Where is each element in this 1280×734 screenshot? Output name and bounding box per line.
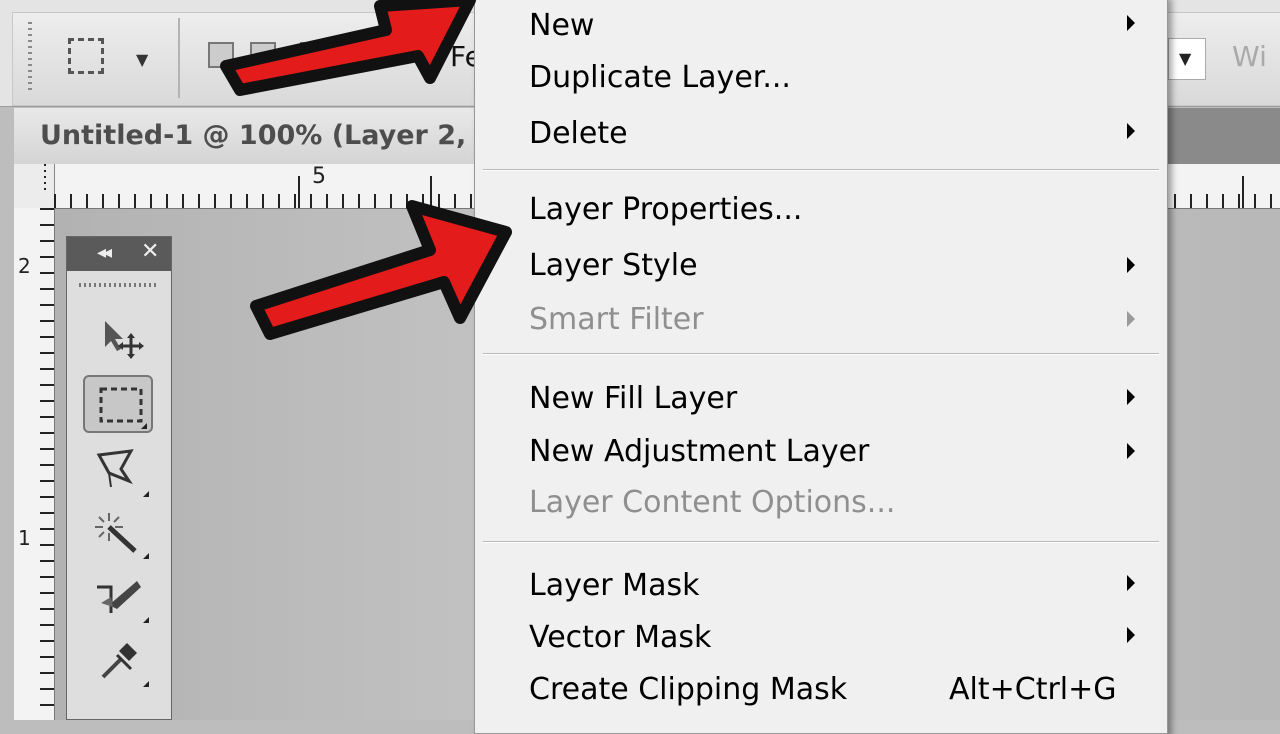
options-bar-grip[interactable] [28, 22, 32, 94]
menu-item-layer-content-options: Layer Content Options... [529, 485, 896, 520]
submenu-arrow-icon [1127, 257, 1135, 273]
menu-item-new-adjustment-layer[interactable]: New Adjustment Layer [529, 437, 869, 467]
slice-icon [97, 581, 141, 613]
submenu-arrow-icon [1127, 15, 1135, 31]
intersect-selection-button[interactable] [356, 42, 382, 68]
tools-panel: ◂◂ ✕ [66, 236, 172, 720]
more-tools-indicator [141, 423, 147, 429]
submenu-arrow-icon [1127, 389, 1135, 405]
ruler-label: 5 [312, 164, 326, 189]
ruler-major-tick [1242, 176, 1244, 208]
subtract-selection-button[interactable] [300, 42, 326, 68]
more-tools-indicator [143, 681, 149, 687]
menu-item-new-fill-layer[interactable]: New Fill Layer [529, 384, 737, 414]
options-separator [178, 18, 180, 98]
ruler-major-tick [430, 176, 432, 208]
lasso-icon [96, 449, 134, 488]
tools-panel-header[interactable]: ◂◂ ✕ [67, 237, 171, 271]
new-selection-button[interactable] [208, 42, 234, 68]
tool-preset-picker[interactable]: ▼ [52, 22, 162, 90]
move-icon [105, 321, 144, 359]
close-icon[interactable]: ✕ [141, 239, 159, 264]
tab-bar-background [1160, 108, 1280, 164]
collapse-icon[interactable]: ◂◂ [97, 242, 112, 263]
chevron-down-icon: ▼ [1179, 49, 1192, 68]
rectangular-marquee-tool[interactable] [83, 375, 153, 433]
magic-wand-tool[interactable] [83, 503, 153, 561]
menu-item-create-clipping-mask[interactable]: Create Clipping Mask [529, 675, 847, 705]
more-tools-indicator [143, 553, 149, 559]
menu-item-layer-properties[interactable]: Layer Properties... [529, 195, 802, 225]
ruler-major-tick [298, 176, 300, 208]
submenu-arrow-icon [1127, 311, 1135, 327]
menu-item-smart-filter: Smart Filter [529, 302, 704, 337]
menu-separator [483, 353, 1159, 355]
crop-tool[interactable] [83, 567, 153, 625]
more-tools-indicator [143, 491, 149, 497]
polygonal-lasso-tool[interactable] [83, 441, 153, 499]
menu-item-new[interactable]: New [529, 11, 594, 41]
ruler-ticks [40, 208, 54, 720]
more-tools-indicator [143, 617, 149, 623]
menu-item-vector-mask[interactable]: Vector Mask [529, 623, 711, 653]
chevron-down-icon: ▼ [136, 50, 149, 69]
marquee-icon [99, 387, 143, 423]
width-label: Wi [1232, 40, 1267, 73]
submenu-arrow-icon [1127, 123, 1135, 139]
panel-grip[interactable] [79, 283, 159, 287]
document-tab-title[interactable]: Untitled-1 @ 100% (Layer 2, R [40, 120, 497, 151]
ruler-label: 2 [18, 254, 31, 278]
submenu-arrow-icon [1127, 443, 1135, 459]
menu-item-layer-style[interactable]: Layer Style [529, 251, 698, 281]
submenu-arrow-icon [1127, 575, 1135, 591]
style-dropdown[interactable]: ▼ [1168, 38, 1206, 80]
menu-separator [483, 541, 1159, 543]
add-to-selection-button[interactable] [250, 42, 276, 68]
move-tool[interactable] [83, 309, 153, 367]
menu-item-layer-mask[interactable]: Layer Mask [529, 571, 699, 601]
marquee-preset-icon [68, 38, 104, 74]
vertical-ruler[interactable]: 2 1 [14, 208, 55, 720]
submenu-arrow-icon [1127, 627, 1135, 643]
ruler-label: 1 [18, 526, 31, 550]
shortcut-label: Alt+Ctrl+G [949, 672, 1117, 707]
menu-separator [483, 169, 1159, 171]
ruler-origin[interactable] [14, 164, 55, 208]
layer-context-menu: New Duplicate Layer... Delete Layer Prop… [474, 0, 1168, 734]
menu-item-duplicate-layer[interactable]: Duplicate Layer... [529, 63, 791, 93]
magic-wand-icon [95, 513, 137, 553]
eyedropper-icon [101, 643, 137, 679]
menu-item-delete[interactable]: Delete [529, 119, 628, 149]
eyedropper-tool[interactable] [83, 631, 153, 689]
